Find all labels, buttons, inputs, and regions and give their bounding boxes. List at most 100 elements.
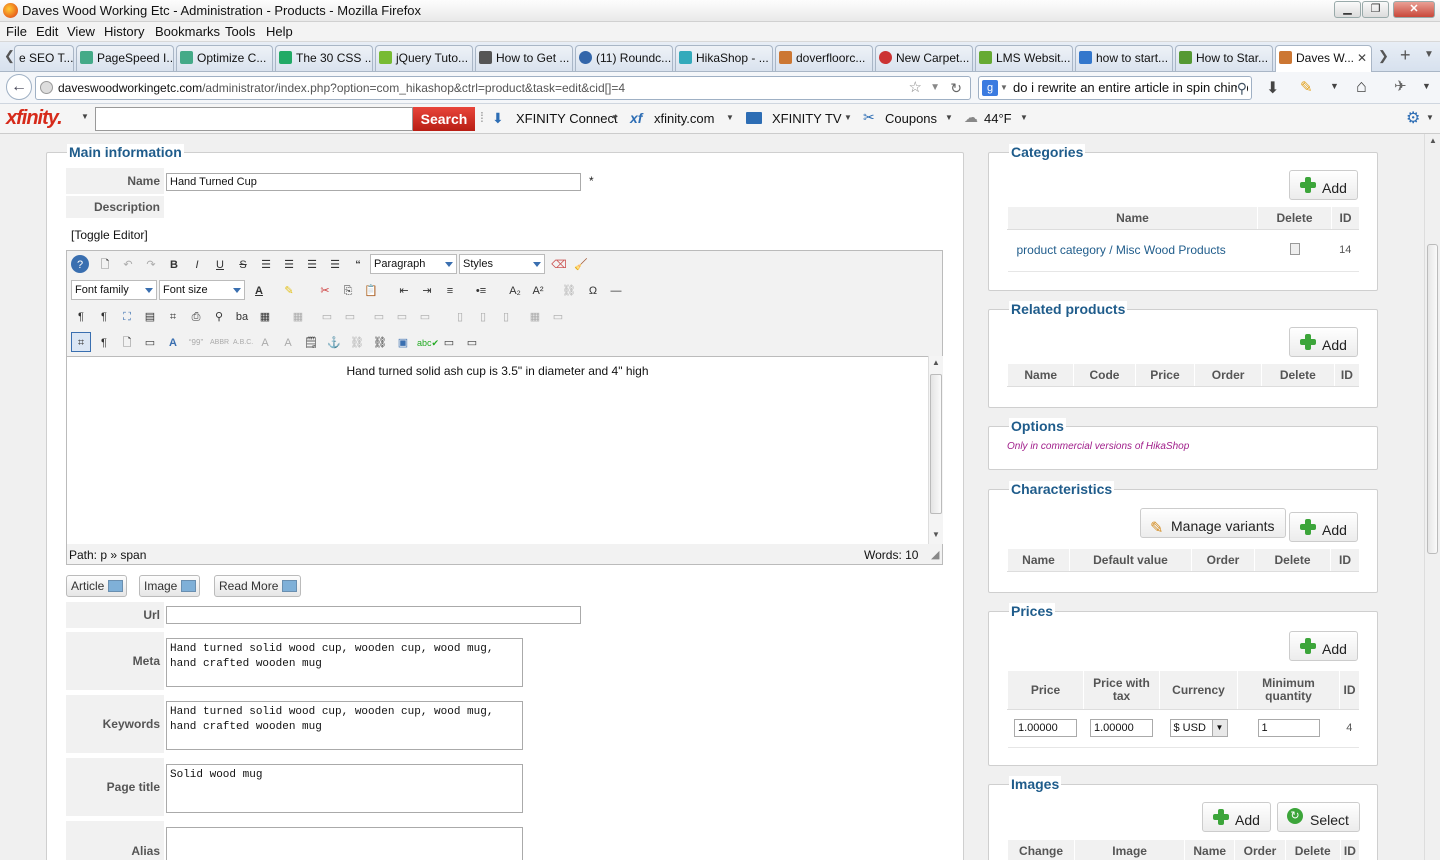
tab[interactable]: e SEO T... — [14, 45, 74, 71]
select-arrow-icon[interactable]: ▼ — [1211, 720, 1227, 736]
minimize-button[interactable]: ▁ — [1334, 1, 1361, 18]
abbr-icon[interactable]: ABBR — [209, 332, 229, 352]
tab-list-icon[interactable]: ▼ — [1424, 49, 1434, 60]
table-icon[interactable]: ▦ — [255, 306, 275, 326]
anchor-box-icon[interactable]: ▭ — [140, 332, 160, 352]
ltr-icon[interactable]: ¶ — [71, 306, 91, 326]
merge-icon[interactable]: ▯ — [473, 306, 493, 326]
highlight-icon[interactable]: ✎ — [279, 280, 299, 300]
align-center-icon[interactable]: ☰ — [279, 254, 299, 274]
scroll-up-icon[interactable]: ▲ — [1429, 136, 1437, 145]
xfinity-tv-link[interactable]: XFINITY TV — [772, 111, 842, 126]
download-icon[interactable]: ⬇ — [1266, 78, 1279, 98]
category-link[interactable]: product category / Misc Wood Products — [1007, 229, 1258, 272]
xfinity-connect-link[interactable]: XFINITY Connect — [516, 111, 618, 126]
menu-view[interactable]: View — [67, 24, 95, 39]
code-icon[interactable]: ⌗ — [163, 306, 183, 326]
tab-scroll-right-icon[interactable]: ❯ — [1378, 48, 1389, 64]
strikethrough-icon[interactable]: S — [233, 254, 253, 274]
underline-icon[interactable]: U — [210, 254, 230, 274]
align-right-icon[interactable]: ☰ — [325, 254, 345, 274]
row-before-icon[interactable]: ▭ — [317, 306, 337, 326]
doc-icon[interactable]: 🗋 — [117, 332, 137, 352]
new-tab-icon[interactable]: + — [1400, 45, 1411, 66]
tab[interactable]: HikaShop - ... — [675, 45, 773, 71]
undo-icon[interactable]: ↶ — [118, 254, 138, 274]
format-select[interactable]: Paragraph — [370, 254, 457, 274]
eraser-icon[interactable]: ⌫ — [549, 254, 569, 274]
rtl-icon[interactable]: ¶ — [94, 306, 114, 326]
tab-close-icon[interactable]: ✕ — [1357, 46, 1367, 70]
close-button[interactable]: ✕ — [1393, 1, 1435, 18]
outdent-icon[interactable]: ⇤ — [394, 280, 414, 300]
tab[interactable]: How to Get ... — [475, 45, 573, 71]
col-icon[interactable]: ▭ — [369, 306, 389, 326]
page-scrollbar[interactable]: ▲ — [1424, 134, 1440, 860]
tab[interactable]: how to start... — [1075, 45, 1173, 71]
dropdown-icon[interactable]: ▼ — [1426, 113, 1434, 122]
image-icon[interactable]: ▣ — [393, 332, 413, 352]
xfinity-com-link[interactable]: xfinity.com — [654, 111, 714, 126]
spellcheck-icon[interactable]: abc✔ — [416, 332, 439, 352]
menu-edit[interactable]: Edit — [36, 24, 58, 39]
tab[interactable]: doverfloorc... — [775, 45, 873, 71]
addon-icon[interactable]: ✈ — [1394, 77, 1407, 95]
url-dropdown-icon[interactable]: ▼ — [930, 77, 940, 99]
price-with-tax-input[interactable]: 1.00000 — [1090, 719, 1153, 737]
blockquote-icon[interactable]: “ — [348, 254, 368, 274]
copy-icon[interactable]: ⎘ — [338, 280, 358, 300]
menu-file[interactable]: File — [6, 24, 27, 39]
toggle-editor-link[interactable]: [Toggle Editor] — [71, 228, 148, 242]
image-button[interactable]: Image — [139, 575, 201, 597]
dropdown-icon[interactable]: ▼ — [81, 112, 89, 121]
url-field[interactable] — [166, 606, 581, 624]
subscript-icon[interactable]: A₂ — [505, 280, 525, 300]
link-disabled-icon[interactable]: ⛓ — [559, 280, 579, 300]
superscript-icon[interactable]: A² — [528, 280, 548, 300]
new-document-icon[interactable]: 🗋 — [95, 254, 115, 274]
replace-icon[interactable]: ba — [232, 306, 252, 326]
ins-icon[interactable]: A — [278, 332, 298, 352]
text-color-icon[interactable]: A — [249, 280, 269, 300]
dropdown-icon[interactable]: ▼ — [1330, 81, 1339, 91]
help-icon[interactable]: ? — [71, 255, 89, 273]
page-title-textarea[interactable]: Solid wood mug — [166, 764, 523, 813]
redo-icon[interactable]: ↷ — [141, 254, 161, 274]
delete-col-icon[interactable]: ▯ — [496, 306, 516, 326]
tab[interactable]: LMS Websit... — [975, 45, 1073, 71]
paste-icon[interactable]: 📋 — [361, 280, 381, 300]
delete-trash-icon[interactable] — [1257, 229, 1332, 272]
add-related-button[interactable]: Add — [1289, 327, 1358, 357]
tab[interactable]: jQuery Tuto... — [375, 45, 473, 71]
dropdown-icon[interactable]: ▼ — [1020, 113, 1028, 122]
xfinity-search-input[interactable] — [95, 107, 413, 131]
menu-tools[interactable]: Tools — [225, 24, 255, 39]
weather-temp[interactable]: 44°F — [984, 111, 1012, 126]
layer-icon[interactable]: ▭ — [462, 332, 482, 352]
cell-icon[interactable]: ▭ — [548, 306, 568, 326]
table-props-icon[interactable]: ▦ — [288, 306, 308, 326]
hr-icon[interactable]: ▭ — [439, 332, 459, 352]
tab[interactable]: The 30 CSS ... — [275, 45, 373, 71]
menu-history[interactable]: History — [104, 24, 144, 39]
home-icon[interactable]: ⌂ — [1356, 76, 1367, 97]
bold-icon[interactable]: B — [164, 254, 184, 274]
coupons-link[interactable]: Coupons — [885, 111, 937, 126]
select-image-button[interactable]: ↻ Select — [1277, 802, 1360, 832]
dropdown-icon[interactable]: ▼ — [844, 113, 852, 122]
unlink-icon[interactable]: ⛓ — [347, 332, 367, 352]
tab[interactable]: (11) Roundc... — [575, 45, 673, 71]
dropdown-icon[interactable]: ▼ — [1422, 81, 1431, 91]
ordered-list-icon[interactable]: ≡ — [440, 280, 460, 300]
google-icon[interactable]: g — [982, 80, 998, 96]
add-characteristic-button[interactable]: Add — [1289, 512, 1358, 542]
meta-description-textarea[interactable]: Hand turned solid wood cup, wooden cup, … — [166, 638, 523, 687]
font-family-select[interactable]: Font family — [71, 280, 157, 300]
print-icon[interactable]: ⎙ — [186, 306, 206, 326]
name-input[interactable]: Hand Turned Cup — [166, 173, 581, 191]
align-justify-icon[interactable]: ☰ — [256, 254, 276, 274]
row-after-icon[interactable]: ▭ — [340, 306, 360, 326]
attribs-icon[interactable]: 🗒 — [301, 332, 321, 352]
grid-icon[interactable]: ▦ — [525, 306, 545, 326]
align-left-icon[interactable]: ☰ — [302, 254, 322, 274]
